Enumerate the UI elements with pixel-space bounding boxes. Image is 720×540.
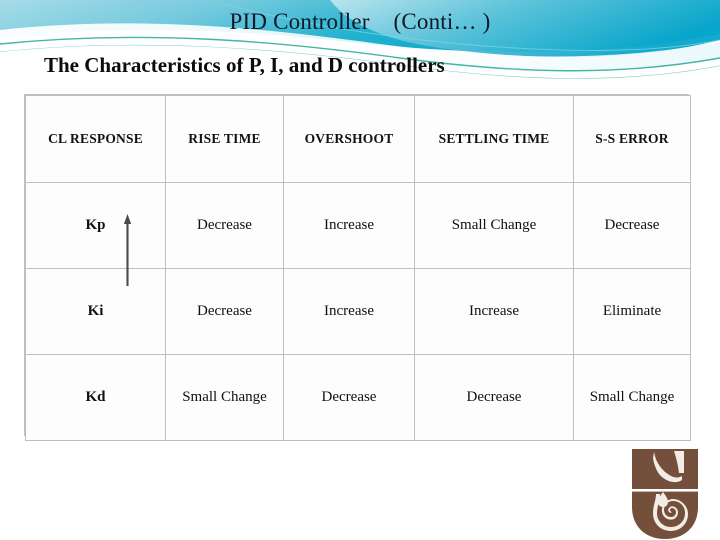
column-header-settling-time: SETTLING TIME xyxy=(414,95,574,183)
page-subtitle: The Characteristics of P, I, and D contr… xyxy=(44,53,445,77)
column-header-rise-time: RISE TIME xyxy=(165,95,284,183)
slide-canvas: PID Controller (Conti… ) The Characteris… xyxy=(0,0,720,540)
cell-kd-ss-error: Small Change xyxy=(573,354,691,441)
cell-kp-ss-error: Decrease xyxy=(573,182,691,269)
cell-kp-overshoot: Increase xyxy=(283,182,415,269)
university-logo xyxy=(632,449,698,539)
table-row: Ki Decrease Increase Increase Eliminate xyxy=(25,268,691,355)
row-label-kd: Kd xyxy=(25,354,166,441)
row-label-ki: Ki xyxy=(25,268,166,355)
column-header-cl-response: CL RESPONSE xyxy=(25,95,166,183)
cell-ki-settling-time: Increase xyxy=(414,268,574,355)
pid-characteristics-table: CL RESPONSE RISE TIME OVERSHOOT SETTLING… xyxy=(24,94,691,441)
column-header-overshoot: OVERSHOOT xyxy=(283,95,415,183)
table: CL RESPONSE RISE TIME OVERSHOOT SETTLING… xyxy=(25,95,691,441)
cell-kd-rise-time: Small Change xyxy=(165,354,284,441)
column-header-ss-error: S-S ERROR xyxy=(573,95,691,183)
cell-kp-rise-time: Decrease xyxy=(165,182,284,269)
row-label-kp: Kp xyxy=(25,182,166,269)
cell-ki-ss-error: Eliminate xyxy=(573,268,691,355)
cell-ki-rise-time: Decrease xyxy=(165,268,284,355)
cell-ki-overshoot: Increase xyxy=(283,268,415,355)
table-row: Kd Small Change Decrease Decrease Small … xyxy=(25,354,691,441)
table-header-row: CL RESPONSE RISE TIME OVERSHOOT SETTLING… xyxy=(25,95,691,183)
cell-kp-settling-time: Small Change xyxy=(414,182,574,269)
table-row: Kp Decrease Increase Small Change Decrea… xyxy=(25,182,691,269)
slide-title: PID Controller (Conti… ) xyxy=(229,9,491,34)
cell-kd-overshoot: Decrease xyxy=(283,354,415,441)
cell-kd-settling-time: Decrease xyxy=(414,354,574,441)
